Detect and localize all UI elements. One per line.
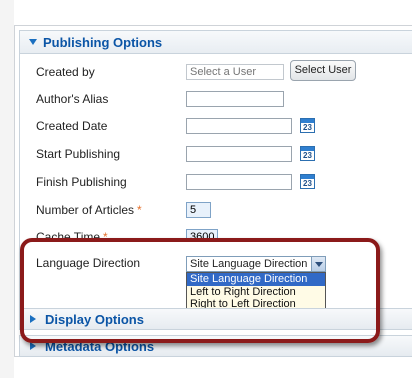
finish-publishing-field[interactable]	[186, 174, 292, 190]
number-of-articles-field[interactable]	[186, 202, 211, 218]
finish-publishing-label: Finish Publishing	[36, 175, 127, 189]
authors-alias-label: Author's Alias	[36, 92, 109, 106]
select-user-button[interactable]: Select User	[290, 60, 356, 81]
triangle-right-icon[interactable]	[30, 342, 36, 350]
panel-title: Publishing Options	[43, 34, 163, 50]
triangle-down-icon[interactable]	[29, 39, 37, 45]
left-gutter	[0, 0, 14, 378]
required-mark: *	[137, 203, 142, 217]
created-date-label: Created Date	[36, 119, 108, 133]
calendar-icon[interactable]: 23	[300, 146, 315, 161]
start-publishing-label: Start Publishing	[36, 147, 121, 161]
calendar-icon[interactable]: 23	[300, 174, 315, 189]
start-publishing-field[interactable]	[186, 146, 292, 162]
publishing-options-header[interactable]: Publishing Options	[19, 30, 412, 54]
annotation-highlight-frame	[20, 238, 380, 343]
created-by-label: Created by	[36, 65, 95, 79]
number-of-articles-text: Number of Articles	[36, 203, 135, 217]
authors-alias-field[interactable]	[186, 91, 284, 107]
number-of-articles-label: Number of Articles *	[36, 203, 142, 217]
created-by-field[interactable]	[186, 64, 284, 80]
top-strip	[14, 0, 412, 25]
calendar-icon[interactable]: 23	[300, 118, 315, 133]
created-date-field[interactable]	[186, 118, 292, 134]
